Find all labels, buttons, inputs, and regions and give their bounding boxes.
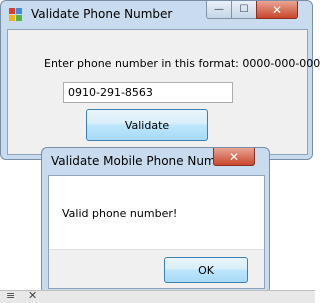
message-dialog: Validate Mobile Phone Num... ✕ Valid pho… <box>41 147 270 294</box>
app-icon <box>9 8 22 21</box>
minimize-button[interactable]: — <box>206 1 232 19</box>
instruction-label: Enter phone number in this format: 0000-… <box>44 57 320 70</box>
ok-button-label: OK <box>198 263 214 277</box>
minimize-icon: — <box>214 4 224 15</box>
taskbar-menu-icon[interactable]: ≡ <box>6 289 15 302</box>
main-window-title: Validate Phone Number <box>31 7 173 21</box>
dialog-button-bar: OK <box>49 249 264 288</box>
taskbar-strip: ≡ ✕ <box>0 289 315 303</box>
ok-button[interactable]: OK <box>164 257 248 283</box>
dialog-client-area: Valid phone number! OK <box>48 175 265 289</box>
main-window-titlebar[interactable]: Validate Phone Number — ☐ ✕ <box>1 1 312 27</box>
maximize-icon: ☐ <box>239 4 249 15</box>
close-icon: ✕ <box>228 149 240 164</box>
maximize-button[interactable]: ☐ <box>231 1 257 19</box>
validate-button-label: Validate <box>124 118 170 132</box>
main-window-caption-buttons: — ☐ ✕ <box>206 1 298 19</box>
dialog-close-button[interactable]: ✕ <box>213 148 255 166</box>
dialog-titlebar[interactable]: Validate Mobile Phone Num... ✕ <box>42 148 269 174</box>
main-window-client-area: Enter phone number in this format: 0000-… <box>7 29 320 155</box>
close-button[interactable]: ✕ <box>256 1 298 19</box>
taskbar-close-icon[interactable]: ✕ <box>28 289 37 302</box>
dialog-message: Valid phone number! <box>62 207 178 220</box>
validate-button[interactable]: Validate <box>86 109 208 141</box>
dialog-title: Validate Mobile Phone Num... <box>51 154 228 168</box>
main-window: Validate Phone Number — ☐ ✕ Enter phone … <box>0 0 320 160</box>
phone-number-input[interactable] <box>63 82 233 103</box>
close-icon: ✕ <box>271 2 283 17</box>
dialog-caption-buttons: ✕ <box>213 148 255 166</box>
